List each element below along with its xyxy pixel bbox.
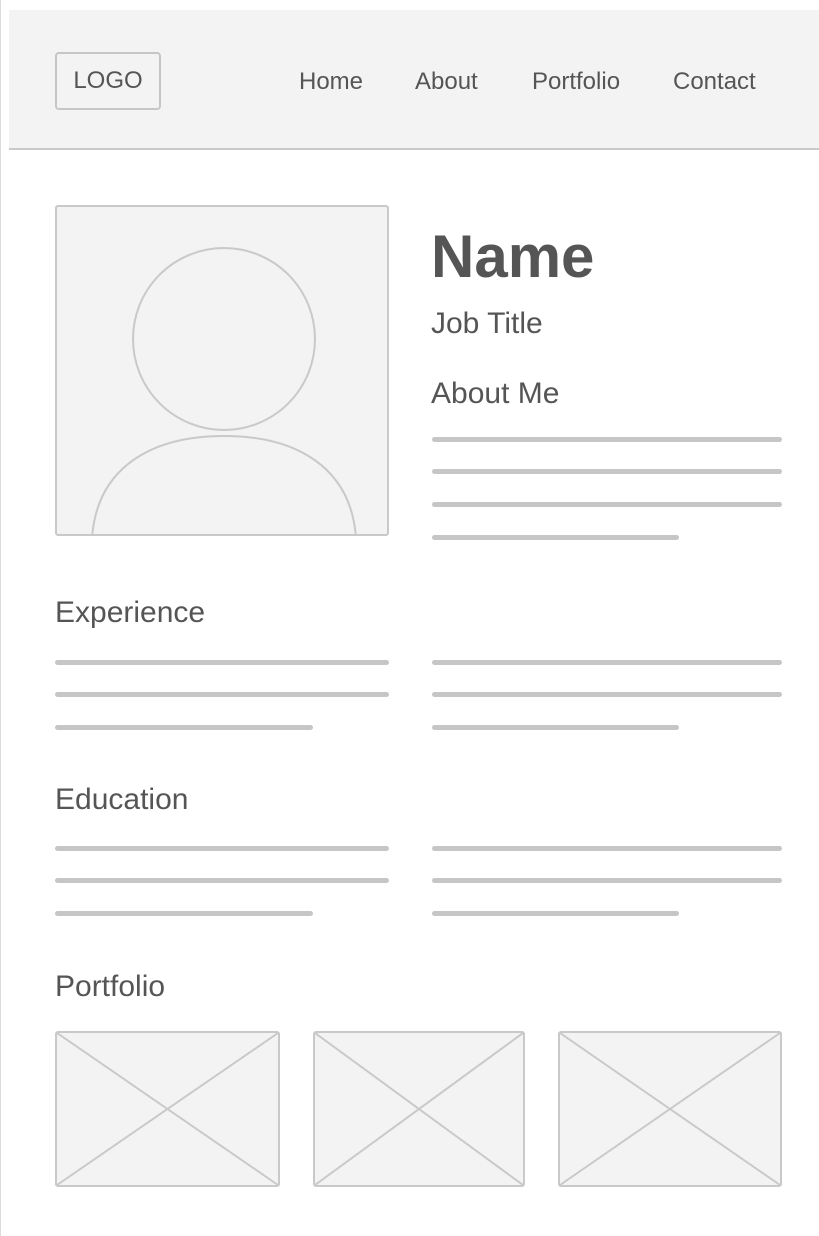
nav-link-home[interactable]: Home [299,68,379,96]
nav-link-about[interactable]: About [415,68,495,96]
experience-text-line [432,660,782,665]
image-placeholder-icon [57,1033,278,1185]
education-text-line [432,911,679,916]
education-text-line [55,878,389,883]
education-heading: Education [55,783,189,816]
profile-name: Name [431,223,595,290]
education-text-line [55,846,389,851]
about-text-line [432,437,782,442]
nav-link-portfolio[interactable]: Portfolio [532,68,642,96]
profile-job-title: Job Title [431,307,543,340]
about-text-line [432,469,782,474]
page: LOGO Home About Portfolio Contact Name J… [0,0,819,1236]
education-text-line [55,911,313,916]
logo[interactable]: LOGO [55,52,161,110]
experience-text-line [432,692,782,697]
nav-link-contact[interactable]: Contact [673,68,773,96]
experience-heading: Experience [55,596,206,629]
about-text-line [432,535,679,540]
portfolio-item-3[interactable] [558,1031,782,1187]
image-placeholder-icon [315,1033,523,1185]
portfolio-item-2[interactable] [313,1031,525,1187]
experience-text-line [55,725,313,730]
experience-text-line [55,692,389,697]
experience-text-line [55,660,389,665]
user-silhouette-icon [91,247,357,534]
about-me-heading: About Me [431,377,560,410]
profile-photo [55,205,389,536]
site-header: LOGO Home About Portfolio Contact [9,10,819,150]
education-text-line [432,846,782,851]
portfolio-item-1[interactable] [55,1031,280,1187]
experience-text-line [432,725,679,730]
education-text-line [432,878,782,883]
portfolio-heading: Portfolio [55,970,166,1003]
image-placeholder-icon [560,1033,780,1185]
about-text-line [432,502,782,507]
